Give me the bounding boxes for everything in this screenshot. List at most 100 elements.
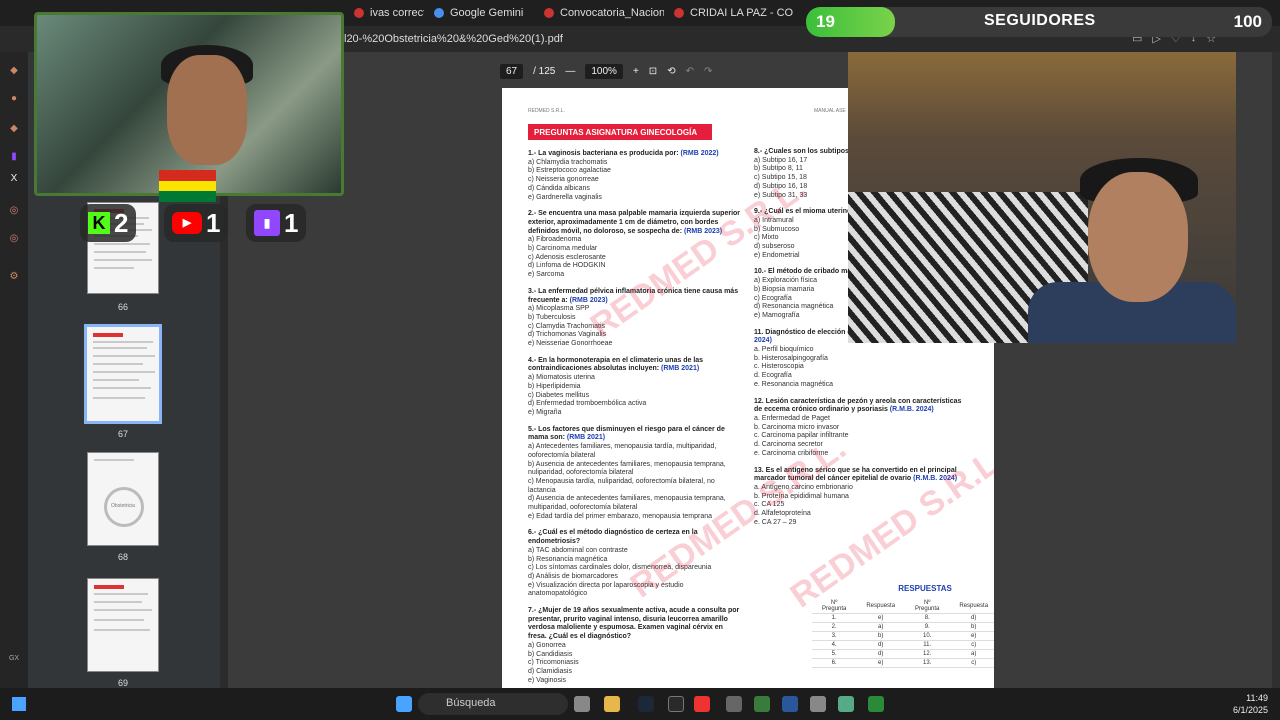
zoom-level[interactable]: 100%	[585, 63, 623, 79]
answers-row: 3. b) 10. e)	[812, 631, 994, 641]
thumb-decor	[93, 355, 155, 357]
side-rail: ◆ ● ◆ ▮ X ◎ ◎ ⚙ GX	[0, 52, 28, 692]
followers-goal-bar: 19 SEGUIDORES 100	[806, 7, 1272, 37]
answer-option: c. Histeroscopia	[754, 363, 804, 371]
streamer-face	[1088, 172, 1188, 302]
system-clock[interactable]: 11:49 6/1/2025	[1233, 692, 1268, 716]
clock-date: 6/1/2025	[1232, 705, 1268, 715]
thumb-decor	[93, 387, 151, 389]
youtube-icon: ▶	[172, 212, 202, 234]
page-number-input[interactable]: 67	[500, 63, 524, 79]
rail-app-icon[interactable]: ●	[7, 92, 21, 106]
thumb-decor	[94, 601, 142, 603]
answers-cell: 12.	[905, 649, 950, 659]
thumb-cover-title: Obstetricia	[111, 503, 135, 509]
rail-app-icon[interactable]: ⚙	[7, 270, 21, 284]
answers-cell: d)	[856, 640, 906, 650]
thumb-decor	[93, 379, 139, 381]
rail-app-icon[interactable]: GX	[7, 652, 21, 666]
answers-cell: b)	[856, 631, 906, 641]
page-thumbnail[interactable]	[87, 578, 159, 672]
answer-option: a. Perfil bioquímico	[754, 346, 814, 354]
undo-icon[interactable]: ↶	[686, 66, 694, 77]
question-stem: 5.- Los factores que disminuyen el riesg…	[528, 425, 725, 442]
answer-option: e. Resonancia magnética	[754, 380, 833, 388]
rotate-icon[interactable]: ⟲	[667, 66, 675, 77]
thumb-decor	[94, 259, 152, 261]
taskbar: Búsqueda 11:49 6/1/2025	[0, 688, 1280, 720]
redo-icon[interactable]: ↷	[704, 66, 712, 77]
url-text[interactable]: l20-%20Obstetricia%20&%20Ged%20(1).pdf	[344, 33, 563, 45]
app-icon[interactable]	[754, 696, 770, 712]
app-icon[interactable]	[838, 696, 854, 712]
app-icon[interactable]	[810, 696, 826, 712]
thumb-decor	[94, 585, 124, 589]
answer-option: c) Neisseria gonorreae	[528, 176, 599, 184]
thumb-decor	[94, 267, 134, 269]
answer-option: e. Carcinoma cribiforme	[754, 449, 829, 457]
viewer-scrollbar[interactable]	[1272, 52, 1280, 688]
twitch-rail-icon[interactable]: ▮	[7, 150, 21, 164]
webcam-overlay-secondary	[848, 52, 1236, 343]
start-icon[interactable]	[396, 696, 412, 712]
obs-icon[interactable]	[668, 696, 684, 712]
tab-favicon-icon	[354, 8, 364, 18]
twitch-counter: ▮ 1	[246, 204, 307, 242]
browser-tab[interactable]: Google Gemini	[424, 2, 534, 24]
excel-icon[interactable]	[868, 696, 884, 712]
thumbnail-page-number: 66	[117, 302, 128, 312]
rail-app-icon[interactable]: ◆	[7, 122, 21, 136]
question-text: 1.- La vaginosis bacteriana es producida…	[528, 150, 742, 159]
answers-cell: e)	[856, 658, 906, 668]
answers-row: 2. a) 9. b)	[812, 622, 994, 632]
rail-app-icon[interactable]: ◆	[7, 64, 21, 78]
question-stem: 7.- ¿Mujer de 19 años sexualmente activa…	[528, 607, 740, 641]
answer-option: a) Gonorrea	[528, 641, 566, 649]
question-text: 4.- En la hormonoterapia en el climateri…	[528, 357, 742, 374]
answer-option: b) Ausencia de antecedentes familiares, …	[528, 460, 726, 477]
browser-tab[interactable]: CRIDAI LA PAZ - COMIT	[664, 2, 794, 24]
answer-option: e) Vaginosis	[528, 676, 567, 684]
zoom-out-button[interactable]: —	[565, 66, 575, 77]
answers-cell: 3.	[812, 631, 857, 641]
answers-row: 6. e) 13. c)	[812, 658, 994, 668]
rail-app-icon[interactable]: ◎	[7, 232, 21, 246]
zoom-in-button[interactable]: +	[633, 66, 639, 77]
word-icon[interactable]	[782, 696, 798, 712]
answer-option: c. Carcinoma papilar infiltrante	[754, 432, 849, 440]
app-icon[interactable]	[726, 696, 742, 712]
answers-cell: 5.	[812, 649, 857, 659]
browser-tab[interactable]: Convocatoria_Nacional...	[534, 2, 664, 24]
task-view-icon[interactable]	[574, 696, 590, 712]
tab-favicon-icon	[544, 8, 554, 18]
answers-cell: c)	[949, 658, 994, 668]
file-explorer-icon[interactable]	[604, 696, 620, 712]
windows-start-icon[interactable]	[12, 697, 26, 711]
steam-icon[interactable]	[638, 696, 654, 712]
pdf-toolbar: 67 / 125 — 100% + ⊡ ⟲ ↶ ↷	[500, 60, 848, 82]
answer-option: a) Antecedentes familiares, menopausia t…	[528, 443, 717, 459]
youtube-counter: ▶ 1	[164, 204, 229, 242]
page-thumbnail[interactable]: Obstetricia	[87, 452, 159, 546]
search-box[interactable]: Búsqueda	[418, 693, 568, 715]
fit-page-icon[interactable]: ⊡	[649, 66, 657, 77]
page-header-right: MANUAL ASE	[814, 108, 846, 114]
opera-gx-icon[interactable]	[694, 696, 710, 712]
twitch-count: 1	[284, 207, 299, 238]
page-thumbnail-selected[interactable]	[84, 324, 162, 424]
answer-option: c) Diabetes mellitus	[528, 391, 590, 399]
answer-option: b) Hiperlipidemia	[528, 382, 581, 390]
browser-tab[interactable]: ivas correctas si	[344, 2, 424, 24]
webcam-overlay-primary	[34, 12, 344, 196]
page-header-left: REDMED S.R.L.	[528, 108, 565, 114]
rail-app-icon[interactable]: ◎	[7, 204, 21, 218]
answers-cell: 4.	[812, 640, 857, 650]
x-rail-icon[interactable]: X	[7, 172, 21, 186]
answer-option: e) Neisseriae Gonorrhoeae	[528, 340, 613, 348]
streamer-face	[167, 55, 247, 165]
exam-tag: (RMB 2022)	[680, 150, 719, 157]
kick-icon: K	[88, 212, 110, 234]
answers-cell: d)	[949, 613, 994, 623]
answer-option: d) Enfermedad tromboembólica activa	[528, 400, 647, 408]
thumb-decor	[93, 347, 147, 349]
